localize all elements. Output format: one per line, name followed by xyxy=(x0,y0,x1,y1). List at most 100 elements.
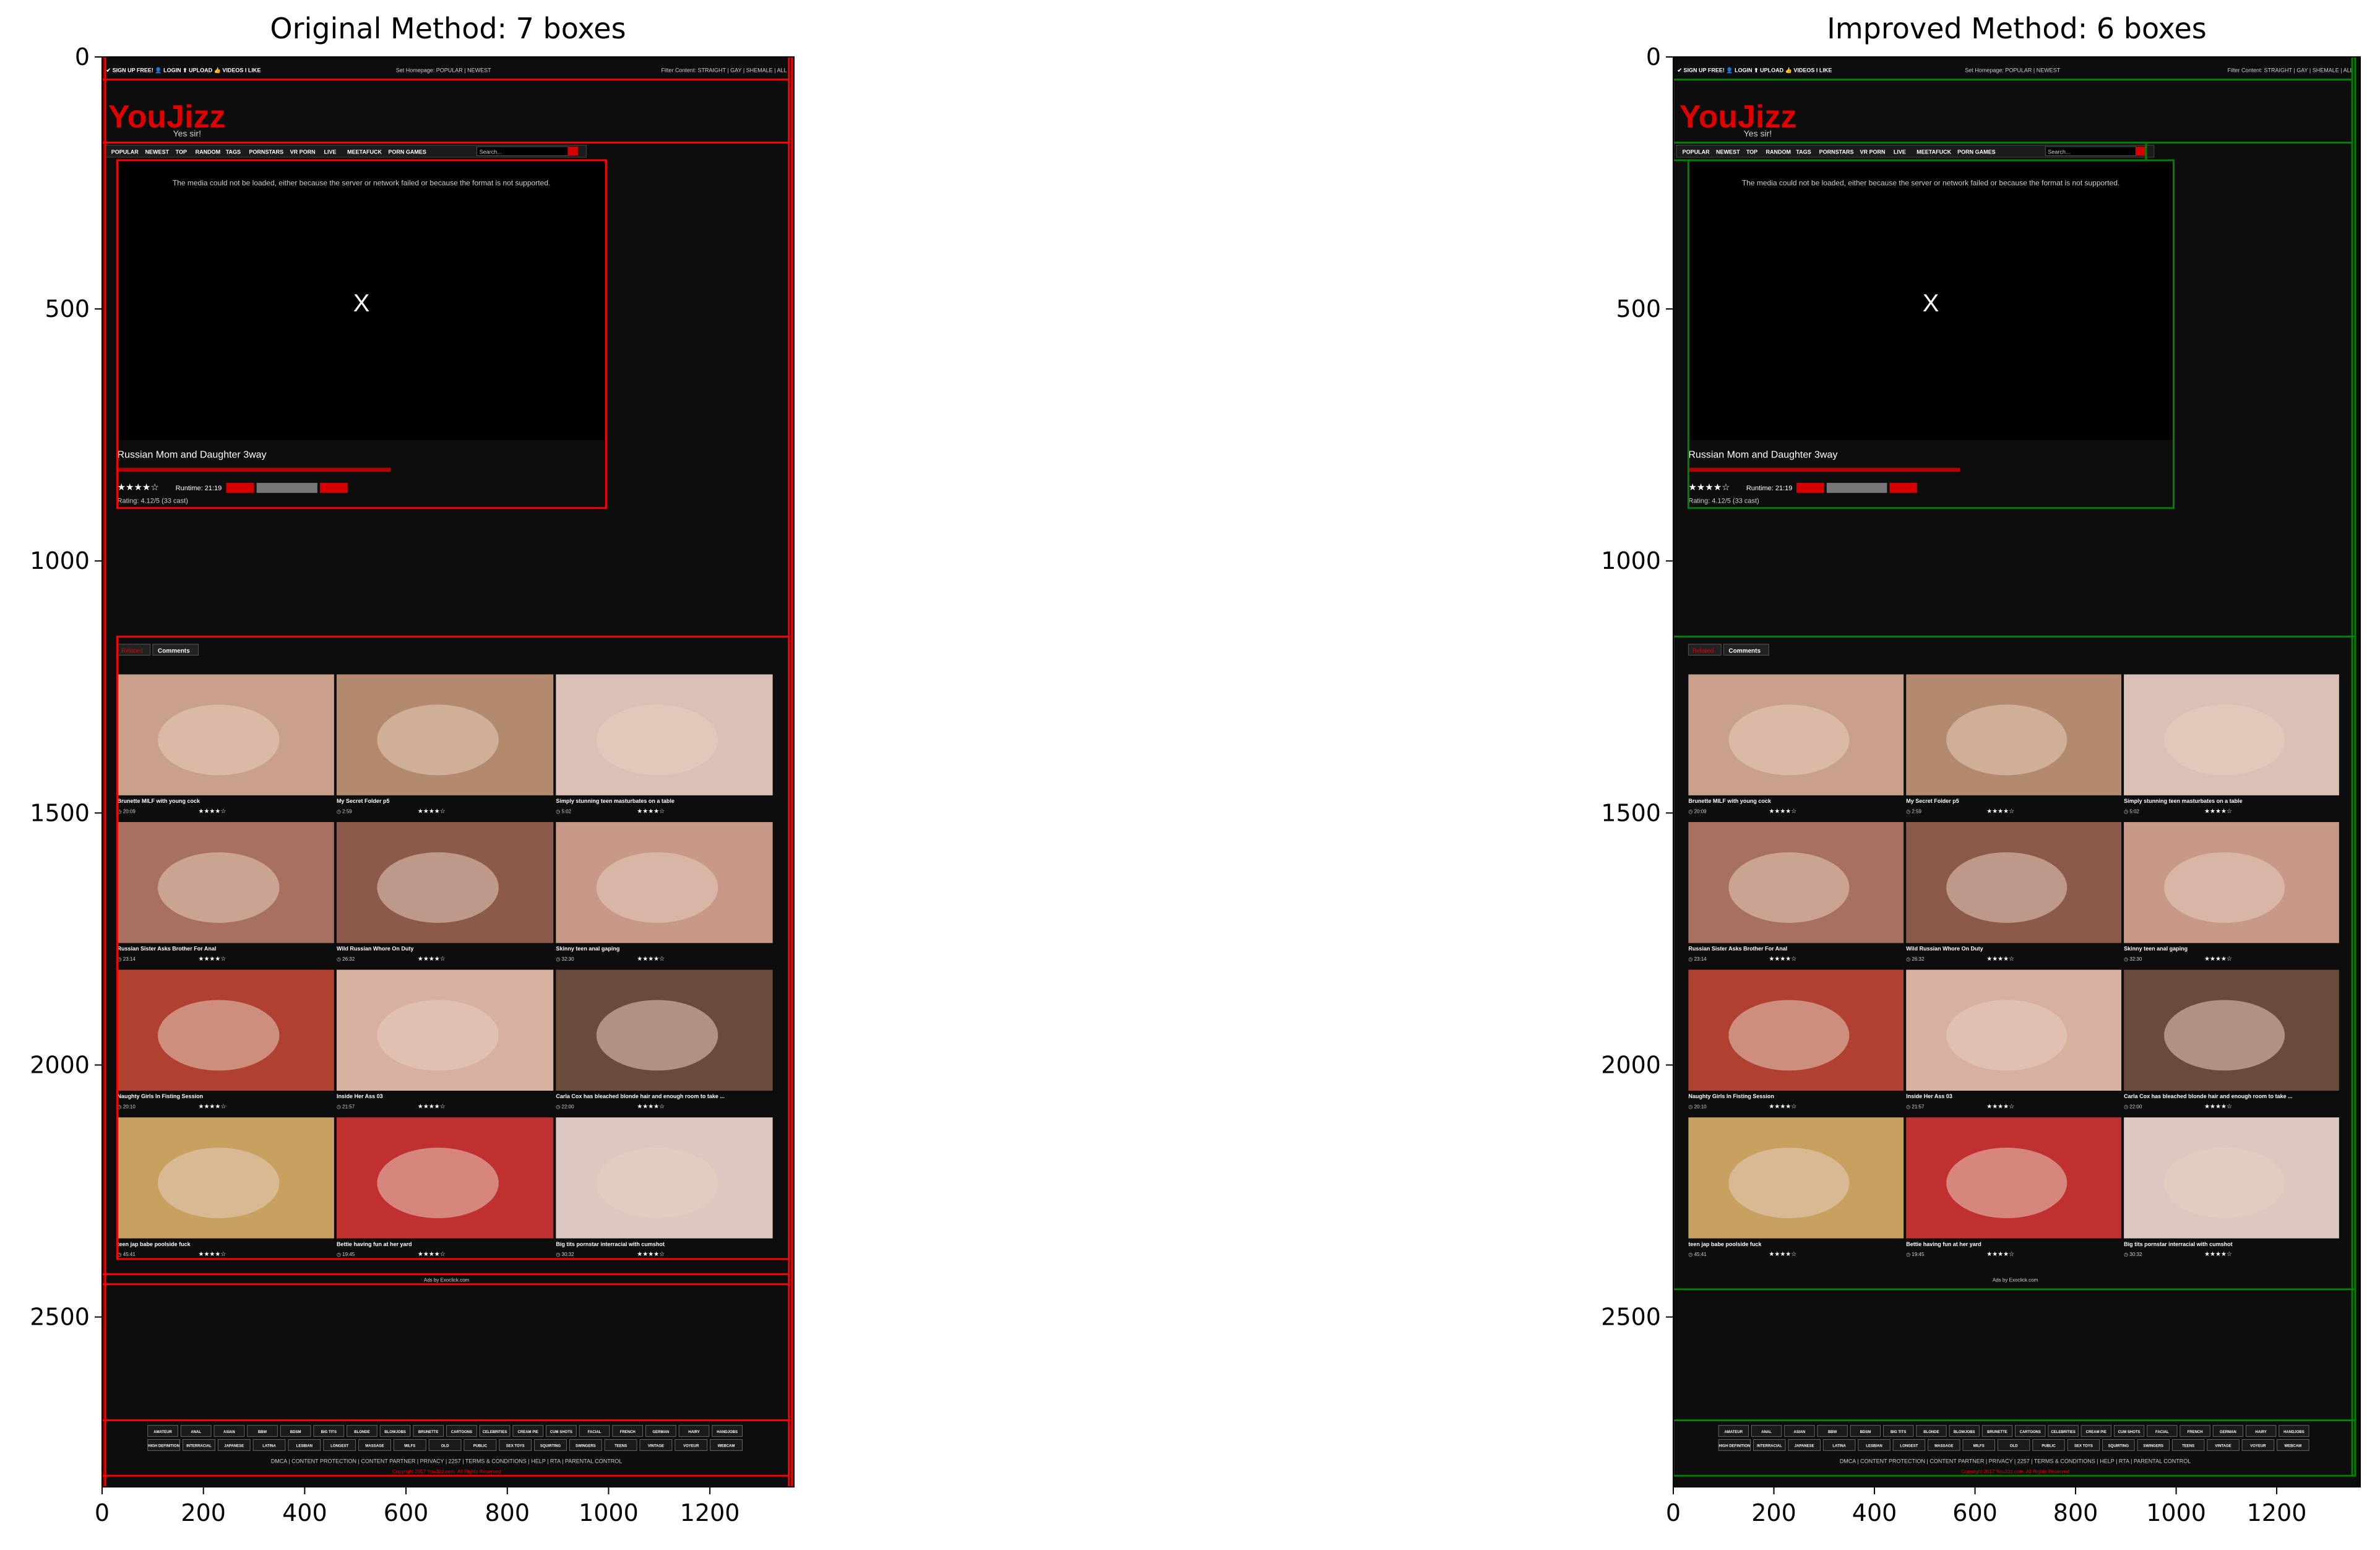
footer-tag-30: SWINGERS xyxy=(576,1445,596,1448)
top-bar-mid: Set Homepage: POPULAR | NEWEST xyxy=(396,67,491,73)
footer-tag-20: JAPANESE xyxy=(1795,1445,1814,1448)
nav-item-5: PORNSTARS xyxy=(1819,149,1854,155)
thumbnail-duration-3: ◷ 23:14 xyxy=(1688,956,1707,962)
footer-tag-11: CREAM PIE xyxy=(2086,1431,2106,1434)
thumbnail-shape-1 xyxy=(1946,704,2067,776)
thumbnail-shape-9 xyxy=(1728,1148,1850,1219)
rating: Rating: 4.12/5 (33 cast) xyxy=(1688,498,1759,505)
footer-tag-26: OLD xyxy=(2010,1445,2018,1448)
footer-tag-21: LATINA xyxy=(262,1445,276,1448)
thumbnail-11: Big tits pornstar interracial with cumsh… xyxy=(556,1117,773,1258)
tab-comments-label: Comments xyxy=(1728,647,1761,654)
footer-tag-32: VINTAGE xyxy=(648,1445,664,1448)
nav-item-4: TAGS xyxy=(226,149,241,155)
nav-item-1: NEWEST xyxy=(145,149,170,155)
thumbnail-shape-0 xyxy=(1728,704,1850,776)
thumbnail-title-6: Naughty Girls In Fisting Session xyxy=(118,1093,204,1099)
footer-tag-24: MASSAGE xyxy=(365,1445,384,1448)
nav-item-8: MEETAFUCK xyxy=(1917,149,1951,155)
top-bar-mid: Set Homepage: POPULAR | NEWEST xyxy=(1965,67,2060,73)
thumbnail-shape-0 xyxy=(158,704,280,776)
footer-tag-25: MILFS xyxy=(404,1445,415,1448)
x-tick-label-3: 600 xyxy=(1952,1499,1998,1526)
embed-button xyxy=(1796,483,1824,493)
footer-tag-2: ASIAN xyxy=(1794,1431,1806,1434)
thumbnail-shape-11 xyxy=(596,1148,718,1219)
footer-tag-7: BLOWJOBS xyxy=(1954,1431,1975,1434)
y-tick-label-2: 1000 xyxy=(1601,547,1661,574)
footer-tag-33: VOYEUR xyxy=(2250,1445,2266,1448)
footer-tag-9: CARTOONS xyxy=(2020,1431,2041,1434)
thumbnail-title-5: Skinny teen anal gaping xyxy=(2124,946,2188,952)
search-placeholder: Search... xyxy=(480,149,502,155)
nav-item-3: RANDOM xyxy=(196,149,221,155)
thumbnail-title-0: Brunette MILF with young cock xyxy=(1688,798,1771,804)
footer-tag-3: BBW xyxy=(258,1431,267,1434)
nav-item-2: TOP xyxy=(1746,149,1757,155)
x-tick-label-2: 400 xyxy=(282,1499,327,1526)
footer-tag-22: LESBIAN xyxy=(296,1445,313,1448)
thumbnail-stars-1: ★★★★☆ xyxy=(418,808,446,815)
logo: YouJizz xyxy=(1679,99,1797,135)
y-tick-label-0: 0 xyxy=(1646,43,1661,71)
x-tick-label-4: 800 xyxy=(485,1499,530,1526)
thumbnail-stars-5: ★★★★☆ xyxy=(2204,956,2232,963)
x-tick-label-5: 1000 xyxy=(2146,1499,2206,1526)
thumbnail-title-7: Inside Her Ass 03 xyxy=(337,1093,383,1099)
tab-related-label: Related xyxy=(121,647,142,654)
player-error: The media could not be loaded, either be… xyxy=(1742,179,2119,188)
x-tick-label-1: 200 xyxy=(1751,1499,1796,1526)
thumbnail-duration-4: ◷ 26:32 xyxy=(337,956,355,962)
thumbnail-shape-7 xyxy=(1946,1000,2067,1071)
thumbnail-stars-10: ★★★★☆ xyxy=(418,1251,446,1258)
footer-tag-12: CUM SHOTS xyxy=(2118,1431,2141,1434)
top-bar-right: Filter Content: STRAIGHT | GAY | SHEMALE… xyxy=(661,67,787,73)
thumbnail-duration-8: ◷ 22:00 xyxy=(2124,1104,2142,1110)
footer-tag-4: BDSM xyxy=(1860,1431,1871,1434)
footer-tag-7: BLOWJOBS xyxy=(384,1431,406,1434)
thumbnail-title-6: Naughty Girls In Fisting Session xyxy=(1688,1093,1774,1099)
y-tick-label-4: 2000 xyxy=(1601,1051,1661,1078)
footer-tag-0: AMATEUR xyxy=(1725,1431,1743,1434)
x-tick-label-0: 0 xyxy=(95,1499,110,1526)
footer-tag-26: OLD xyxy=(441,1445,449,1448)
footer-tag-18: HIGH DEFINITION xyxy=(1719,1445,1751,1448)
figure: Original Method: 7 boxes ✔ SIGN UP FREE! … xyxy=(0,0,2380,1550)
footer-tag-34: WEBCAM xyxy=(2285,1445,2302,1448)
footer-tag-19: INTERRACIAL xyxy=(186,1445,212,1448)
logo: YouJizz xyxy=(108,99,226,135)
footer-tag-20: JAPANESE xyxy=(224,1445,244,1448)
thumbnail-title-10: Bettie having fun at her yard xyxy=(1906,1241,1981,1247)
footer-tag-5: BIG TITS xyxy=(1891,1431,1906,1434)
thumbnail-7: Inside Her Ass 03 ◷ 21:57 ★★★★☆ xyxy=(1906,969,2122,1111)
rating: Rating: 4.12/5 (33 cast) xyxy=(118,498,188,505)
chart-title: Improved Method: 6 boxes xyxy=(1827,12,2207,45)
thumbnail-2: Simply stunning teen masturbates on a ta… xyxy=(2124,674,2339,815)
thumbnail-title-8: Carla Cox has bleached blonde hair and e… xyxy=(2124,1093,2293,1099)
thumbnail-7: Inside Her Ass 03 ◷ 21:57 ★★★★☆ xyxy=(336,969,554,1111)
footer-tag-17: HANDJOBS xyxy=(717,1431,738,1434)
runtime: Runtime: 21:19 xyxy=(1746,485,1793,492)
thumbnail-title-9: teen jap babe poolside fuck xyxy=(118,1241,191,1247)
fav-button xyxy=(256,483,317,493)
thumbnail-title-3: Russian Sister Asks Brother For Anal xyxy=(1688,946,1787,952)
thumbnail-duration-6: ◷ 20:10 xyxy=(118,1104,136,1110)
thumbnail-duration-2: ◷ 5:02 xyxy=(556,808,571,814)
search-button xyxy=(567,146,579,156)
thumbnail-duration-11: ◷ 30:32 xyxy=(2124,1252,2142,1257)
thumbnail-4: Wild Russian Whore On Duty ◷ 26:32 ★★★★☆ xyxy=(1906,822,2122,963)
like-button xyxy=(319,483,348,493)
footer-tag-16: HAIRY xyxy=(2255,1431,2266,1434)
thumbnail-stars-4: ★★★★☆ xyxy=(1986,956,2014,963)
nav-item-9: PORN GAMES xyxy=(1957,149,1996,155)
player-x: X xyxy=(353,290,370,317)
thumbnail-duration-5: ◷ 32:30 xyxy=(556,956,574,962)
footer-tag-28: SEX TOYS xyxy=(506,1445,525,1448)
thumbnail-8: Carla Cox has bleached blonde hair and e… xyxy=(556,969,773,1111)
thumbnail-stars-8: ★★★★☆ xyxy=(2204,1104,2232,1111)
tab-related-label: Related xyxy=(1692,647,1714,654)
footer-tag-28: SEX TOYS xyxy=(2074,1445,2093,1448)
footer-links: DMCA | CONTENT PROTECTION | CONTENT PART… xyxy=(271,1458,622,1465)
footer-tag-13: FACIAL xyxy=(2155,1431,2169,1434)
thumbnail-3: Russian Sister Asks Brother For Anal ◷ 23… xyxy=(1688,822,1904,963)
